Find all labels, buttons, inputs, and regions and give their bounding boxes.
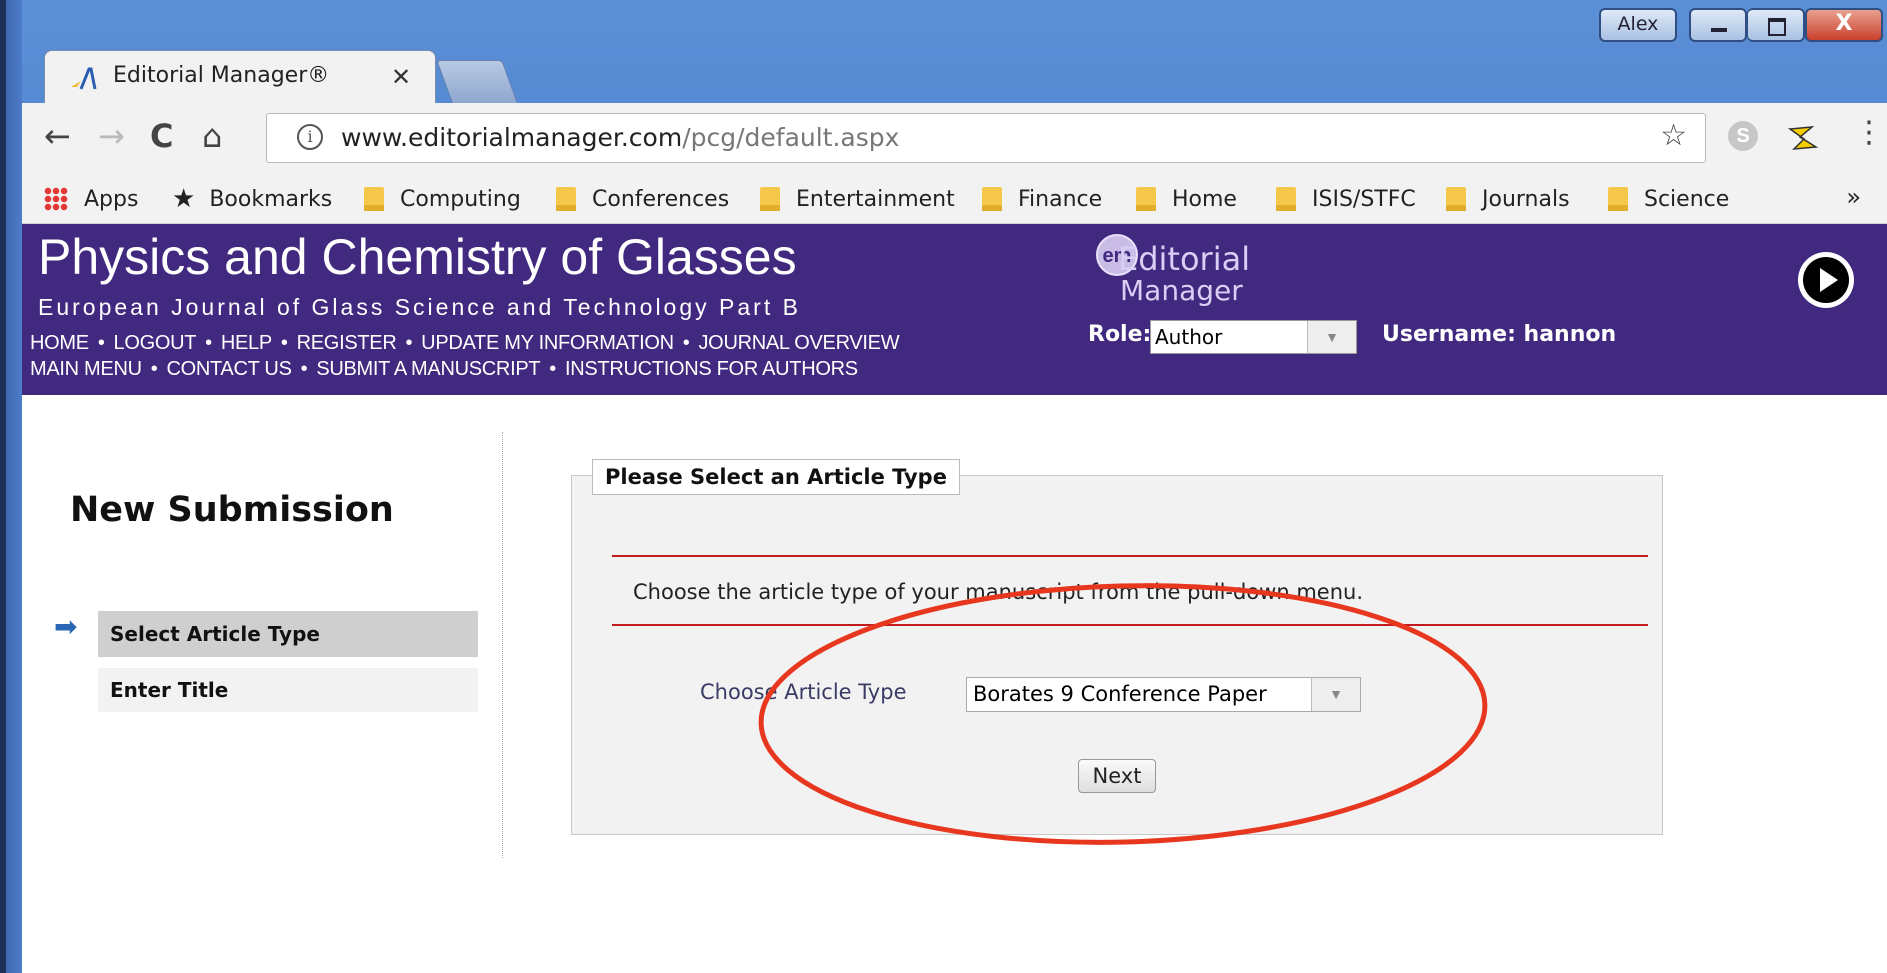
nav-journal-overview[interactable]: JOURNAL OVERVIEW	[698, 332, 899, 354]
bookmarks-bar: Apps ★ Bookmarks Computing Conferences E…	[22, 175, 1887, 224]
bookmark-conferences[interactable]: Conferences	[556, 182, 729, 216]
nav-submit-a-manuscript[interactable]: SUBMIT A MANUSCRIPT	[316, 358, 540, 380]
bookmark-label: Home	[1172, 186, 1237, 212]
home-icon[interactable]: ⌂	[202, 117, 222, 155]
tab-title: Editorial Manager®	[113, 63, 330, 88]
more-bookmarks-chevron-icon[interactable]: »	[1846, 183, 1861, 211]
star-icon: ★	[172, 184, 196, 214]
bookmark-label: ISIS/STFC	[1312, 186, 1416, 212]
red-annotation-ellipse	[758, 583, 1488, 845]
step-enter-title[interactable]: Enter Title	[98, 668, 478, 712]
bookmark-science[interactable]: Science	[1608, 182, 1729, 216]
bookmark-label: Apps	[84, 186, 139, 212]
folder-icon	[1608, 187, 1628, 211]
bookmark-label: Bookmarks	[209, 186, 333, 212]
nav-separator: •	[682, 332, 690, 354]
back-arrow-icon[interactable]: ←	[44, 117, 71, 155]
logo-text-editorial: Editorial	[1118, 240, 1251, 278]
nav-separator: •	[150, 358, 158, 380]
nav-register[interactable]: REGISTER	[297, 332, 397, 354]
journal-header: Physics and Chemistry of Glasses Europea…	[22, 224, 1887, 395]
username-display: Username: hannon	[1382, 322, 1617, 347]
tab-close-icon[interactable]: ✕	[391, 63, 411, 91]
nav-separator: •	[280, 332, 288, 354]
maximize-button[interactable]	[1747, 8, 1805, 42]
address-bar[interactable]: i www.editorialmanager.com/pcg/default.a…	[266, 113, 1706, 163]
browser-menu-icon[interactable]: ⋮	[1854, 115, 1884, 150]
minimize-icon	[1711, 28, 1727, 32]
window-left-border	[0, 0, 22, 973]
play-tutorial-icon[interactable]	[1798, 252, 1854, 308]
bookmark-bookmarks[interactable]: ★ Bookmarks	[172, 182, 332, 216]
bookmark-label: Conferences	[592, 186, 730, 212]
bookmark-isis-stfc[interactable]: ISIS/STFC	[1276, 182, 1416, 216]
reload-icon[interactable]: C	[150, 117, 173, 155]
bookmark-label: Science	[1644, 186, 1730, 212]
sidebar-divider	[502, 432, 503, 858]
page-title: New Submission	[70, 490, 394, 530]
role-label: Role:	[1088, 322, 1152, 347]
folder-icon	[760, 187, 780, 211]
role-selected-value: Author	[1155, 325, 1223, 349]
bookmark-journals[interactable]: Journals	[1446, 182, 1570, 216]
nav-separator: •	[300, 358, 308, 380]
dropdown-arrow-icon[interactable]: ▼	[1307, 321, 1356, 353]
nav-logout[interactable]: LOGOUT	[114, 332, 197, 354]
bookmark-finance[interactable]: Finance	[982, 182, 1102, 216]
nav-instructions-for-authors[interactable]: INSTRUCTIONS FOR AUTHORS	[565, 358, 858, 380]
nav-separator: •	[405, 332, 413, 354]
nav-update-my-information[interactable]: UPDATE MY INFORMATION	[421, 332, 674, 354]
divider-line	[612, 555, 1648, 557]
nav-home[interactable]: HOME	[30, 332, 89, 354]
top-nav-row-2: MAIN MENU • CONTACT US • SUBMIT A MANUSCRIPT…	[30, 358, 858, 381]
bookmark-label: Computing	[400, 186, 521, 212]
user-profile-badge[interactable]: Alex	[1599, 8, 1677, 42]
bookmark-label: Journals	[1482, 186, 1570, 212]
nav-help[interactable]: HELP	[221, 332, 272, 354]
journal-subtitle: European Journal of Glass Science and Te…	[38, 294, 801, 320]
nav-separator: •	[549, 358, 556, 380]
nav-contact-us[interactable]: CONTACT US	[166, 358, 291, 380]
bookmark-entertainment[interactable]: Entertainment	[760, 182, 955, 216]
url-host: www.editorialmanager.com	[341, 123, 683, 152]
journal-title: Physics and Chemistry of Glasses	[38, 229, 797, 285]
bookmark-label: Entertainment	[796, 186, 955, 212]
folder-icon	[364, 187, 384, 211]
skype-extension-icon[interactable]: S	[1728, 121, 1758, 151]
folder-icon	[982, 187, 1002, 211]
url-path: /pcg/default.aspx	[682, 123, 900, 152]
bookmark-star-icon[interactable]: ☆	[1660, 118, 1687, 153]
top-nav-row-1: HOME • LOGOUT • HELP • REGISTER • UPDATE MY INFO…	[30, 332, 900, 355]
tab-editorial-manager[interactable]: Editorial Manager® ✕	[44, 50, 436, 104]
bookmark-label: Finance	[1018, 186, 1103, 212]
bookmark-home[interactable]: Home	[1136, 182, 1237, 216]
minimize-button[interactable]	[1689, 8, 1747, 42]
editorial-manager-logo: em Editorial Manager	[1090, 234, 1262, 310]
step-select-article-type[interactable]: Select Article Type	[98, 611, 478, 657]
apps-grid-icon	[44, 187, 68, 211]
url-text[interactable]: www.editorialmanager.com/pcg/default.asp…	[341, 123, 899, 152]
nav-separator: •	[205, 332, 212, 354]
logo-text-manager: Manager	[1120, 274, 1243, 307]
current-step-arrow-icon: ➡	[54, 610, 78, 643]
maximize-icon	[1768, 18, 1786, 36]
folder-icon	[556, 187, 576, 211]
nav-separator: •	[97, 332, 105, 354]
role-select[interactable]: Author ▼	[1150, 320, 1357, 354]
folder-icon	[1446, 187, 1466, 211]
nav-main-menu[interactable]: MAIN MENU	[30, 358, 142, 380]
lightning-extension-icon[interactable]	[1788, 123, 1818, 153]
forward-arrow-icon[interactable]: →	[98, 117, 125, 155]
site-info-icon[interactable]: i	[297, 124, 323, 150]
folder-icon	[1136, 187, 1156, 211]
folder-icon	[1276, 187, 1296, 211]
browser-toolbar: ← → C ⌂ i www.editorialmanager.com/pcg/d…	[22, 103, 1887, 175]
bookmark-apps[interactable]: Apps	[44, 182, 138, 216]
close-window-button[interactable]: X	[1805, 8, 1883, 42]
panel-legend: Please Select an Article Type	[592, 459, 960, 495]
bookmark-computing[interactable]: Computing	[364, 182, 521, 216]
editorial-manager-favicon-icon	[71, 67, 97, 90]
